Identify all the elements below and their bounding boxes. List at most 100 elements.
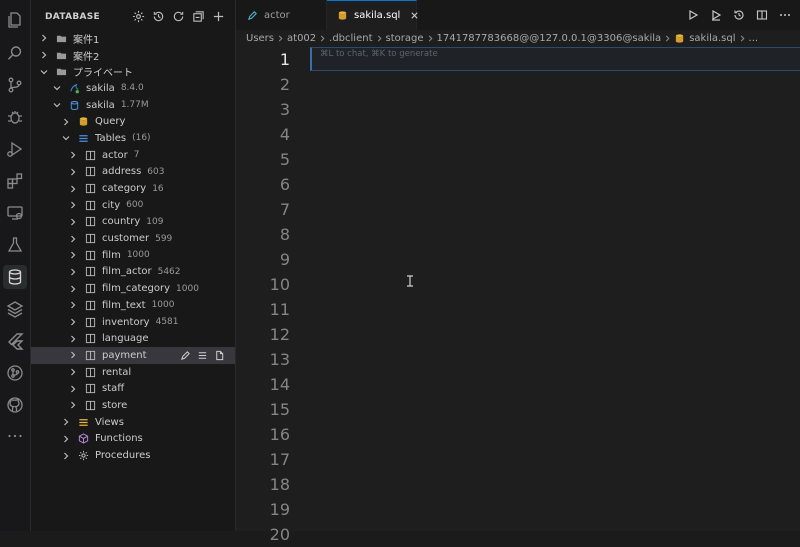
github-icon[interactable] xyxy=(3,393,27,417)
run-debug-icon[interactable] xyxy=(3,137,27,161)
add-connection-icon[interactable] xyxy=(211,9,225,23)
chevron-right-icon[interactable] xyxy=(68,184,78,194)
tab-label: actor xyxy=(264,9,290,21)
line-number: 14 xyxy=(269,375,290,394)
tree-item-label: film xyxy=(102,249,121,261)
line-number: 8 xyxy=(279,225,290,244)
chevron-right-icon[interactable] xyxy=(68,200,78,210)
source-control-icon[interactable] xyxy=(3,73,27,97)
chevron-right-icon[interactable] xyxy=(61,451,71,461)
chevron-right-icon[interactable] xyxy=(68,350,78,360)
settings-gear-icon[interactable] xyxy=(131,9,145,23)
tree-procedures[interactable]: Procedures xyxy=(31,447,235,464)
tree-item-count: 4581 xyxy=(155,317,179,328)
breadcrumb-item[interactable]: ... xyxy=(749,33,759,44)
chevron-right-icon[interactable] xyxy=(68,384,78,394)
chevron-right-icon[interactable] xyxy=(68,284,78,294)
close-icon[interactable] xyxy=(410,10,419,22)
tree-table-store[interactable]: store xyxy=(31,397,235,414)
tree-schema-sakila[interactable]: sakila 1.77M xyxy=(31,97,235,114)
testing-flask-icon[interactable] xyxy=(3,233,27,257)
chevron-right-icon[interactable] xyxy=(61,417,71,427)
chevron-right-icon[interactable] xyxy=(68,217,78,227)
chevron-right-icon[interactable] xyxy=(39,33,49,43)
chevron-right-icon[interactable] xyxy=(68,250,78,260)
chevron-right-icon[interactable] xyxy=(68,334,78,344)
history-icon[interactable] xyxy=(151,9,165,23)
chevron-down-icon[interactable] xyxy=(61,133,71,143)
tree-functions[interactable]: Functions xyxy=(31,431,235,448)
tree-table-actor[interactable]: actor 7 xyxy=(31,147,235,164)
collapse-all-icon[interactable] xyxy=(191,9,205,23)
chevron-down-icon[interactable] xyxy=(52,83,62,93)
tree-table-city[interactable]: city 600 xyxy=(31,197,235,214)
split-editor-icon[interactable] xyxy=(755,8,769,22)
more-actions-icon[interactable] xyxy=(778,8,792,22)
tree-item-label: Functions xyxy=(95,433,143,445)
chevron-right-icon[interactable] xyxy=(68,300,78,310)
database-icon[interactable] xyxy=(3,265,27,289)
tree-table-category[interactable]: category 16 xyxy=(31,180,235,197)
layers-icon[interactable] xyxy=(3,297,27,321)
tree-views[interactable]: Views xyxy=(31,414,235,431)
history-icon[interactable] xyxy=(732,8,746,22)
tree-table-staff[interactable]: staff xyxy=(31,380,235,397)
breadcrumb-item[interactable]: storage xyxy=(386,33,424,44)
breadcrumb-item[interactable]: Users xyxy=(246,33,274,44)
tree-table-film-text[interactable]: film_text 1000 xyxy=(31,297,235,314)
chevron-right-icon[interactable] xyxy=(61,434,71,444)
run-icon[interactable] xyxy=(686,8,700,22)
explorer-icon[interactable] xyxy=(3,8,27,32)
chevron-right-icon[interactable] xyxy=(68,234,78,244)
debug-icon[interactable] xyxy=(3,105,27,129)
tree-folder-private[interactable]: プライベート xyxy=(31,63,235,80)
tree-table-payment[interactable]: payment xyxy=(31,347,235,364)
chevron-right-icon[interactable] xyxy=(61,117,71,127)
breadcrumb-item[interactable]: sakila.sql xyxy=(689,33,735,44)
refresh-icon[interactable] xyxy=(171,9,185,23)
tree-item-label: 案件1 xyxy=(73,34,100,46)
chevron-right-icon[interactable] xyxy=(68,267,78,277)
tree-table-film-actor[interactable]: film_actor 5462 xyxy=(31,264,235,281)
more-icon[interactable] xyxy=(3,424,27,448)
flutter-icon[interactable] xyxy=(3,329,27,353)
tree-item-label: actor xyxy=(102,149,128,161)
run-current-icon[interactable] xyxy=(709,8,723,22)
tree-table-country[interactable]: country 109 xyxy=(31,214,235,231)
tree-tables[interactable]: Tables (16) xyxy=(31,130,235,147)
tab-sakila-sql[interactable]: sakila.sql xyxy=(327,0,419,30)
code-editor[interactable]: 1 2 3 4 5 6 7 8 9 10 11 12 13 14 15 16 17 18 19 20 ⌘L to ch… xyxy=(236,47,800,544)
tree-table-film[interactable]: film 1000 xyxy=(31,247,235,264)
tree-folder-anken2[interactable]: 案件2 xyxy=(31,47,235,64)
tree-table-address[interactable]: address 603 xyxy=(31,164,235,181)
chevron-right-icon[interactable] xyxy=(68,400,78,410)
tree-table-language[interactable]: language xyxy=(31,330,235,347)
breadcrumb-item[interactable]: .dbclient xyxy=(329,33,372,44)
chevron-right-icon[interactable] xyxy=(68,367,78,377)
tree-item-count: 1.77M xyxy=(120,100,149,111)
tab-actor[interactable]: actor xyxy=(236,0,327,30)
tree-table-rental[interactable]: rental xyxy=(31,364,235,381)
chevron-down-icon[interactable] xyxy=(52,100,62,110)
tree-table-customer[interactable]: customer 599 xyxy=(31,230,235,247)
chevron-right-icon[interactable] xyxy=(39,50,49,60)
edit-pencil-icon[interactable] xyxy=(179,349,191,361)
tree-table-inventory[interactable]: inventory 4581 xyxy=(31,314,235,331)
breadcrumb-item[interactable]: at002 xyxy=(287,33,316,44)
list-icon[interactable] xyxy=(196,349,208,361)
git-graph-icon[interactable] xyxy=(3,361,27,385)
tree-query[interactable]: Query xyxy=(31,113,235,130)
tree-table-film-category[interactable]: film_category 1000 xyxy=(31,280,235,297)
chevron-right-icon[interactable] xyxy=(68,167,78,177)
chevron-right-icon[interactable] xyxy=(68,150,78,160)
chevron-down-icon[interactable] xyxy=(39,67,49,77)
tree-connection-sakila[interactable]: sakila 8.4.0 xyxy=(31,80,235,97)
tree-folder-anken1[interactable]: 案件1 xyxy=(31,30,235,47)
chevron-right-icon[interactable] xyxy=(68,317,78,327)
line-number: 16 xyxy=(269,425,290,444)
breadcrumb-item[interactable]: 1741787783668@@127.0.0.1@3306@sakila xyxy=(437,33,662,44)
extensions-icon[interactable] xyxy=(3,169,27,193)
remote-explorer-icon[interactable] xyxy=(3,201,27,225)
new-file-icon[interactable] xyxy=(213,349,225,361)
search-icon[interactable] xyxy=(3,41,27,65)
